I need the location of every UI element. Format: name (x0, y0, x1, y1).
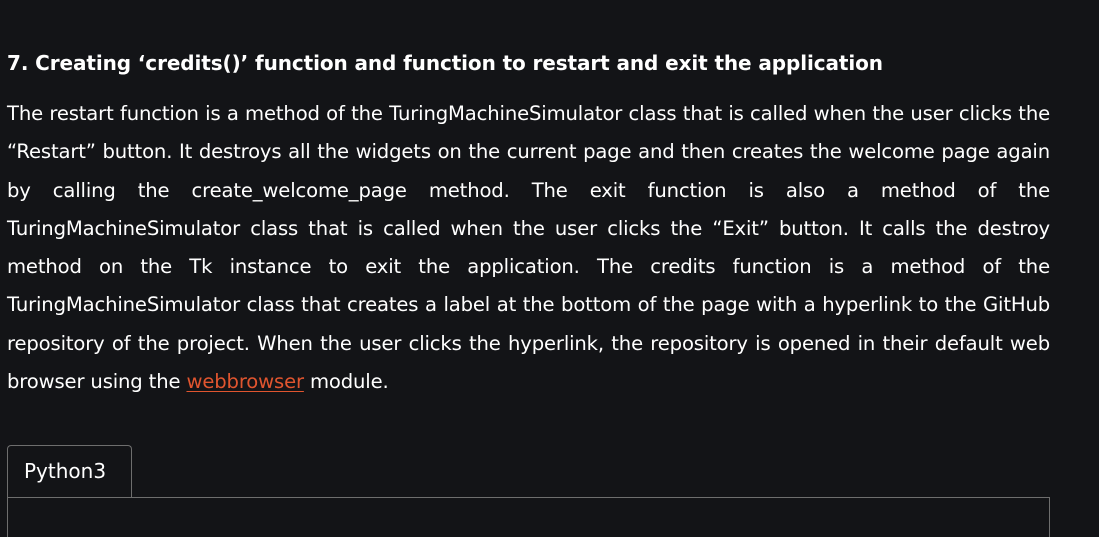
paragraph-text-end: module. (303, 370, 389, 394)
section-heading: 7. Creating ‘credits()’ function and fun… (7, 51, 883, 75)
code-block: Python3 (7, 445, 1050, 537)
paragraph-text: The restart function is a method of the … (7, 102, 1050, 394)
tab-label: Python3 (24, 459, 107, 483)
article-paragraph: The restart function is a method of the … (7, 95, 1050, 401)
tab-python3[interactable]: Python3 (7, 445, 132, 497)
webbrowser-link[interactable]: webbrowser (186, 370, 304, 393)
code-container (7, 497, 1050, 537)
